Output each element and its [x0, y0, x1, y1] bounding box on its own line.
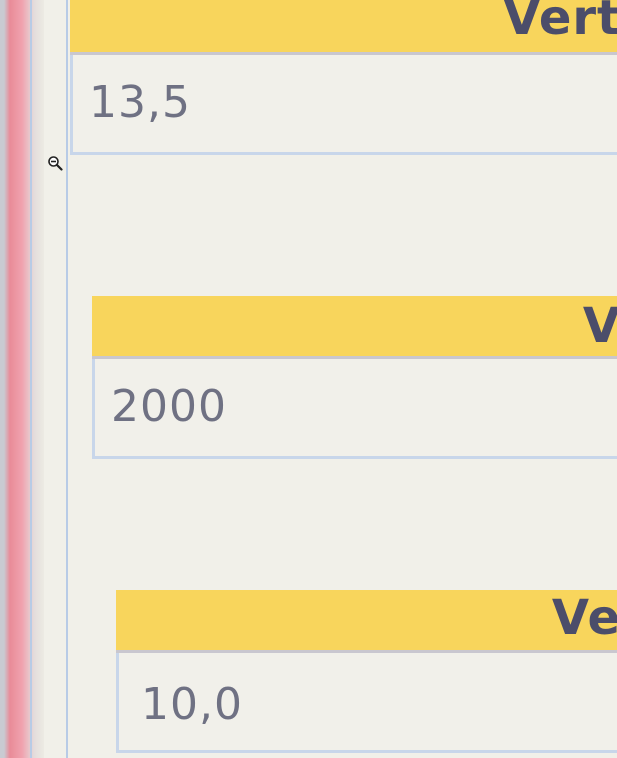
card-body: 13,5	[70, 55, 617, 155]
card-value: 13,5	[89, 77, 191, 128]
card-header-label: V	[583, 298, 617, 354]
page-margin-line	[30, 0, 32, 758]
card-header: Ve	[116, 590, 617, 653]
card-header: Vert	[70, 0, 617, 55]
card-header-label: Vert	[503, 0, 617, 46]
card-header: V	[92, 296, 617, 359]
zoom-out-icon[interactable]	[47, 155, 63, 171]
card-value: 2000	[111, 381, 227, 432]
card-body: 10,0	[116, 653, 617, 753]
card-body: 2000	[92, 359, 617, 459]
value-card-2: V 2000	[92, 296, 617, 466]
value-card-3: Ve 10,0	[116, 590, 617, 758]
card-header-label: Ve	[551, 590, 617, 646]
page-inner-margin-line	[66, 0, 68, 758]
window-edge	[0, 0, 44, 758]
card-value: 10,0	[141, 679, 243, 730]
value-card-1: Vert 13,5	[70, 0, 617, 164]
